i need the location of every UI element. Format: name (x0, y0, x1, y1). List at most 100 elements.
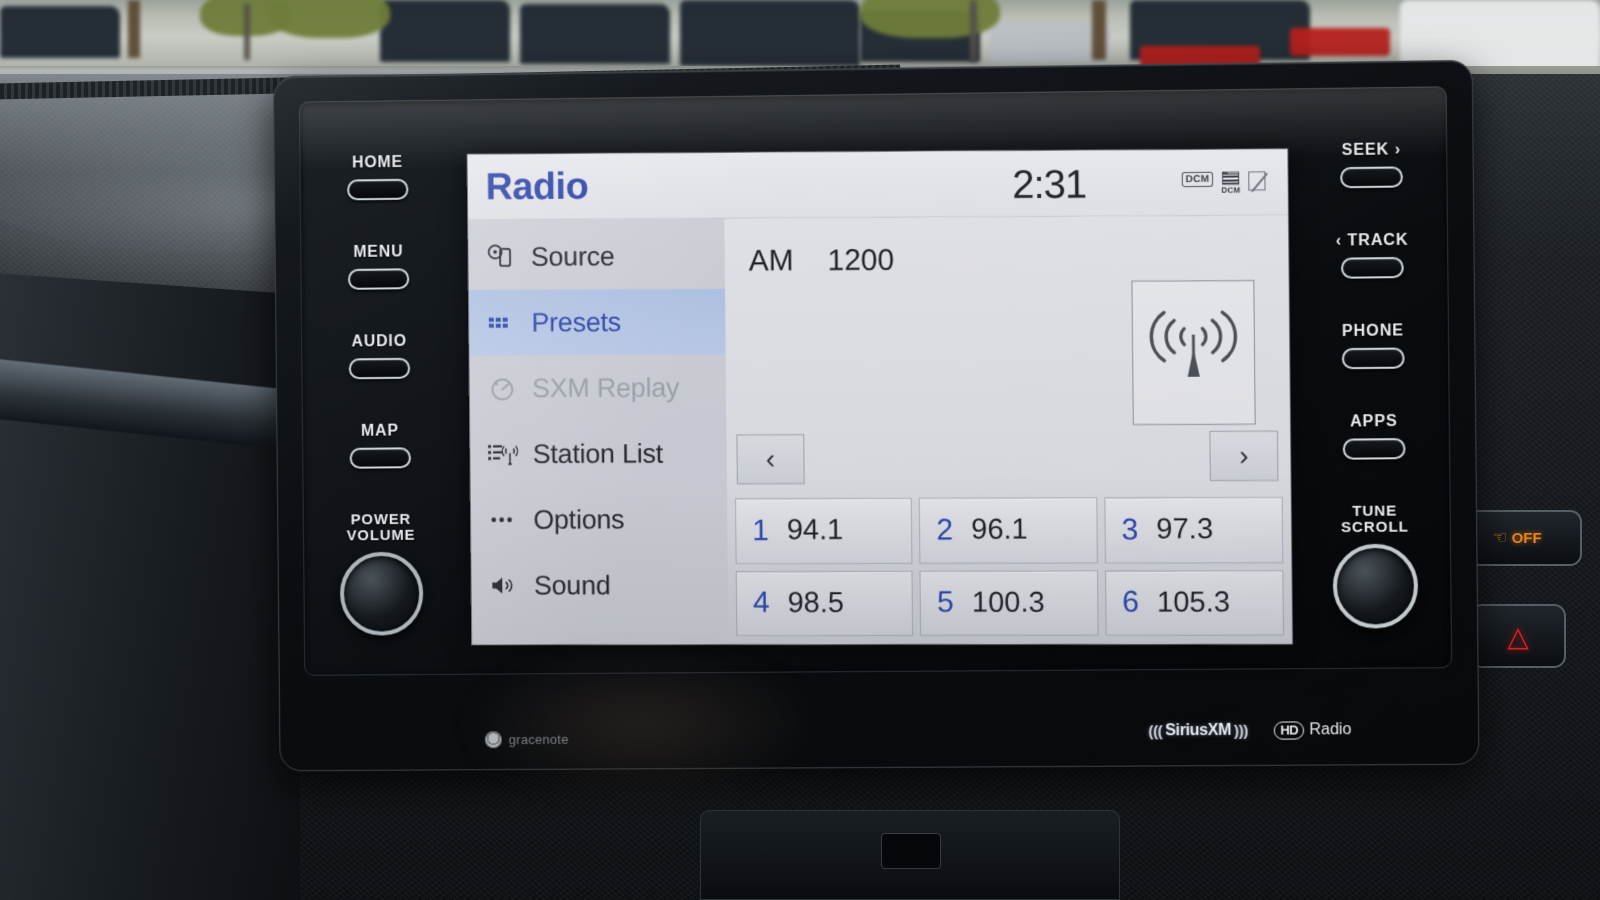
head-unit-bottom-bezel: gracenote ((( SiriusXM ))) HD Radio (304, 670, 1453, 761)
preset-page-next-button[interactable]: › (1209, 431, 1278, 481)
sidebar-item-sxm-replay[interactable]: SXM Replay (469, 355, 726, 422)
car-dashboard-scene: ☜ OFF △ HOME MENU AUDIO MAP POWER VOLUME… (0, 0, 1600, 900)
preset-button-3[interactable]: 3 97.3 (1104, 497, 1283, 563)
preset-frequency: 105.3 (1157, 586, 1230, 619)
gracenote-logo: gracenote (485, 731, 569, 748)
bezel-logo-row: ((( SiriusXM ))) HD Radio (1148, 721, 1351, 740)
hardkey-audio-button[interactable] (349, 358, 410, 380)
hardkey-menu-button[interactable] (348, 268, 409, 290)
hardkey-map-button[interactable] (350, 447, 411, 468)
power-volume-label-line2: VOLUME (307, 527, 455, 544)
siriusxm-logo: ((( SiriusXM ))) (1148, 722, 1248, 741)
preset-frequency: 94.1 (787, 514, 844, 547)
hardkey-seek-button[interactable] (1340, 166, 1403, 188)
siriusxm-left-arc-icon: ((( (1148, 723, 1162, 740)
hazard-triangle-icon: △ (1507, 620, 1529, 653)
sidebar-item-options-label: Options (533, 504, 624, 535)
preset-frequency: 100.3 (972, 586, 1045, 619)
hardkey-apps[interactable]: APPS (1298, 412, 1450, 460)
siriusxm-right-arc-icon: ))) (1234, 722, 1248, 739)
passenger-airbag-off-icon: ☜ (1492, 528, 1507, 548)
preset-number: 4 (753, 586, 770, 620)
right-hardkey-column: SEEK › ‹ TRACK PHONE APPS TUNE SCROLL (1295, 141, 1452, 673)
hardkey-seek-label: SEEK › (1295, 141, 1447, 161)
frequency-label: 1200 (827, 244, 894, 278)
hardkey-audio[interactable]: AUDIO (305, 332, 454, 379)
station-artwork-placeholder (1131, 280, 1255, 425)
sidebar-item-sound[interactable]: Sound (471, 552, 728, 618)
preset-number: 2 (936, 514, 953, 548)
hd-radio-label: Radio (1309, 721, 1351, 739)
sidebar-item-presets-label: Presets (531, 307, 621, 338)
hardkey-phone-button[interactable] (1342, 347, 1405, 369)
preset-number: 5 (937, 586, 954, 620)
ellipsis-icon (487, 505, 521, 535)
preset-button-2[interactable]: 2 96.1 (919, 497, 1097, 563)
signal-bars-label: DCM (1221, 186, 1240, 195)
preset-frequency: 96.1 (971, 514, 1028, 547)
preset-button-1[interactable]: 1 94.1 (735, 498, 913, 564)
gracenote-label: gracenote (509, 732, 569, 747)
sidebar-item-sound-label: Sound (534, 570, 611, 601)
replay-icon (485, 373, 519, 403)
hardkey-audio-label: AUDIO (305, 332, 453, 351)
preset-number: 3 (1121, 513, 1138, 547)
hardkey-apps-label: APPS (1298, 412, 1450, 432)
hardkey-menu-label: MENU (304, 243, 452, 263)
hazard-lights-button[interactable]: △ (1470, 604, 1566, 668)
tune-scroll-knob[interactable] (1333, 543, 1419, 628)
hardkey-home[interactable]: HOME (303, 153, 452, 201)
hardkey-home-button[interactable] (347, 179, 408, 201)
hardkey-map[interactable]: MAP (306, 422, 455, 469)
sidebar-item-presets[interactable]: Presets (469, 289, 726, 356)
source-icon (484, 242, 518, 272)
hardkey-menu[interactable]: MENU (304, 243, 453, 290)
hardkey-track-button[interactable] (1341, 257, 1404, 279)
status-icon-tray: DCM DCM (1182, 171, 1266, 195)
hardkey-phone[interactable]: PHONE (1297, 322, 1449, 370)
preset-number: 1 (752, 514, 769, 548)
gracenote-mark-icon (485, 731, 502, 748)
preset-number: 6 (1122, 586, 1139, 620)
chevron-right-icon: › (1239, 442, 1249, 470)
preset-button-6[interactable]: 6 105.3 (1105, 570, 1284, 636)
sidebar-item-options[interactable]: Options (471, 486, 728, 552)
hardkey-apps-button[interactable] (1343, 438, 1406, 460)
preset-frequency: 98.5 (787, 587, 844, 620)
radio-content-panel: AM 1200 ‹ › 1 94.1 2 96.1 3 97.3 4 98.5 … (724, 216, 1292, 645)
band-label: AM (749, 244, 794, 278)
speaker-icon (487, 571, 521, 601)
siriusxm-label: SiriusXM (1165, 722, 1231, 740)
hardkey-map-label: MAP (306, 422, 454, 441)
airbag-off-label: OFF (1512, 530, 1542, 547)
radio-sidebar-menu: Source Presets SXM Replay Station List O… (468, 219, 728, 644)
station-list-icon (486, 439, 520, 469)
preset-button-4[interactable]: 4 98.5 (736, 570, 914, 636)
clock: 2:31 (1012, 163, 1087, 209)
preset-grid: 1 94.1 2 96.1 3 97.3 4 98.5 5 100.3 6 10… (735, 497, 1284, 636)
sidebar-item-source-label: Source (531, 241, 615, 272)
power-volume-label-line1: POWER (307, 512, 455, 529)
touchscreen-display[interactable]: Radio 2:31 DCM DCM Source Presets SXM Re… (467, 149, 1292, 644)
sidebar-item-source[interactable]: Source (468, 223, 725, 290)
hd-radio-logo: HD Radio (1274, 721, 1352, 740)
hardkey-track-label: ‹ TRACK (1296, 231, 1448, 251)
sidebar-item-station-list[interactable]: Station List (470, 420, 727, 487)
presets-grid-icon (485, 308, 519, 338)
power-volume-knob[interactable] (340, 551, 424, 635)
infotainment-head-unit: HOME MENU AUDIO MAP POWER VOLUME SEEK › … (273, 60, 1479, 772)
signal-bars-icon: DCM (1221, 172, 1240, 195)
center-console-vent (700, 810, 1120, 900)
hardkey-track[interactable]: ‹ TRACK (1296, 231, 1448, 279)
power-volume-knob-group[interactable]: POWER VOLUME (307, 512, 456, 636)
page-title: Radio (485, 166, 588, 209)
tune-scroll-label-line2: SCROLL (1299, 519, 1451, 536)
dcm-box-icon: DCM (1182, 172, 1214, 187)
hardkey-home-label: HOME (303, 153, 451, 173)
preset-button-5[interactable]: 5 100.3 (920, 570, 1098, 636)
preset-page-prev-button[interactable]: ‹ (736, 434, 804, 484)
hardkey-phone-label: PHONE (1297, 322, 1449, 342)
hardkey-seek[interactable]: SEEK › (1295, 141, 1447, 189)
tune-scroll-knob-group[interactable]: TUNE SCROLL (1299, 503, 1452, 628)
chevron-left-icon: ‹ (766, 445, 776, 473)
